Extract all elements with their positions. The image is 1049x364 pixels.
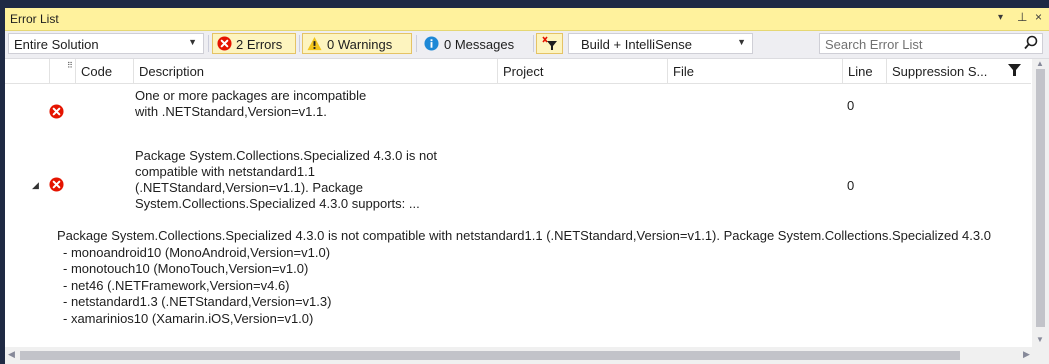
column-project-label: Project (503, 64, 544, 79)
toolbar-separator (416, 35, 417, 52)
error-detail-panel: Package System.Collections.Specialized 4… (57, 228, 1037, 327)
panel-title: Error List (10, 12, 59, 26)
description-line: One or more packages are incompatible (135, 88, 367, 103)
horizontal-scroll-thumb[interactable] (20, 351, 960, 360)
window-position-dropdown-icon[interactable]: ▾ (998, 12, 1003, 23)
detail-list-item: - netstandard1.3 (.NETStandard,Version=v… (63, 294, 332, 309)
scope-dropdown-value: Entire Solution (14, 37, 99, 52)
error-icon (217, 36, 232, 54)
table-row[interactable]: ◢ Package System.Collections.Specialized… (5, 148, 1031, 226)
scroll-left-icon[interactable]: ◀ (8, 349, 15, 360)
table-row[interactable]: One or more packages are incompatible wi… (5, 84, 1031, 147)
column-header-icon[interactable]: ⠿ (49, 59, 75, 83)
search-icon[interactable] (1024, 35, 1038, 54)
column-header-file[interactable]: File (667, 59, 842, 83)
column-header-expander (5, 59, 49, 83)
column-description-label: Description (139, 64, 205, 79)
error-icon (49, 104, 64, 122)
column-header-code[interactable]: Code (75, 59, 133, 83)
column-code-label: Code (81, 64, 113, 79)
column-chooser-icon: ⠿ (67, 61, 73, 70)
panel-title-bar: Error List ▾ ⊥ × (5, 8, 1049, 31)
detail-list-item: - net46 (.NETFramework,Version=v4.6) (63, 277, 290, 293)
scroll-right-icon[interactable]: ▶ (1023, 349, 1030, 360)
filter-options-button[interactable] (536, 33, 563, 54)
toolbar-separator (299, 35, 300, 52)
scroll-up-icon[interactable]: ▲ (1036, 59, 1044, 68)
error-description: One or more packages are incompatible wi… (135, 88, 505, 120)
warnings-filter-button[interactable]: 0 Warnings (302, 33, 412, 54)
column-header-line[interactable]: Line (842, 59, 886, 83)
errors-count: 2 Errors (236, 37, 283, 52)
filter-errors-icon (542, 36, 558, 54)
messages-filter-button[interactable]: 0 Messages (419, 33, 529, 54)
column-header-project[interactable]: Project (497, 59, 667, 83)
vertical-scrollbar[interactable]: ▲ ▼ (1032, 59, 1049, 347)
detail-list-item: - monotouch10 (MonoTouch,Version=v1.0) (63, 261, 309, 276)
vertical-scroll-thumb[interactable] (1036, 69, 1045, 327)
column-file-label: File (673, 64, 694, 79)
build-filter-dropdown[interactable]: Build + IntelliSense ▼ (568, 33, 753, 54)
filter-icon[interactable] (1008, 63, 1021, 80)
error-description: Package System.Collections.Specialized 4… (135, 148, 505, 212)
build-filter-value: Build + IntelliSense (581, 37, 692, 52)
warning-icon (307, 36, 322, 54)
close-icon[interactable]: × (1035, 10, 1042, 24)
chevron-down-icon: ▼ (737, 37, 746, 47)
collapse-triangle-icon[interactable]: ◢ (32, 180, 39, 191)
scope-dropdown[interactable]: Entire Solution ▼ (8, 33, 204, 54)
column-suppression-label: Suppression S... (892, 64, 988, 79)
description-line: compatible with netstandard1.1 (135, 164, 315, 179)
description-line: (.NETStandard,Version=v1.1). Package (135, 180, 363, 195)
error-list-toolbar: Entire Solution ▼ 2 Errors 0 Warnings 0 … (5, 31, 1049, 59)
info-icon (424, 36, 439, 54)
messages-count: 0 Messages (444, 37, 515, 52)
horizontal-scrollbar[interactable]: ◀ ▶ (5, 347, 1049, 364)
column-header-suppression-state[interactable]: Suppression S... (886, 59, 1031, 83)
detail-list-item: - xamarinios10 (Xamarin.iOS,Version=v1.0… (63, 310, 314, 326)
scroll-down-icon[interactable]: ▼ (1036, 335, 1044, 344)
search-error-list-input[interactable]: Search Error List (819, 33, 1043, 54)
description-line: Package System.Collections.Specialized 4… (135, 148, 438, 163)
chevron-down-icon: ▼ (188, 37, 197, 47)
error-line-number: 0 (847, 98, 855, 113)
column-header-description[interactable]: Description (133, 59, 497, 83)
detail-list-item: - monoandroid10 (MonoAndroid,Version=v1.… (63, 244, 331, 260)
column-line-label: Line (848, 64, 873, 79)
description-line: with .NETStandard,Version=v1.1. (135, 104, 327, 119)
error-line-number: 0 (847, 178, 855, 193)
column-header-row: ⠿ Code Description Project File Line Sup… (5, 59, 1031, 84)
warnings-count: 0 Warnings (327, 37, 393, 52)
errors-filter-button[interactable]: 2 Errors (212, 33, 296, 54)
search-placeholder: Search Error List (825, 37, 923, 52)
pin-icon[interactable]: ⊥ (1017, 10, 1027, 24)
error-list-panel: Error List ▾ ⊥ × Entire Solution ▼ 2 Err… (5, 8, 1049, 364)
detail-lead: Package System.Collections.Specialized 4… (57, 228, 991, 243)
error-icon (49, 177, 64, 195)
toolbar-separator (533, 35, 534, 52)
description-line: System.Collections.Specialized 4.3.0 sup… (135, 196, 420, 211)
toolbar-separator (208, 35, 209, 52)
